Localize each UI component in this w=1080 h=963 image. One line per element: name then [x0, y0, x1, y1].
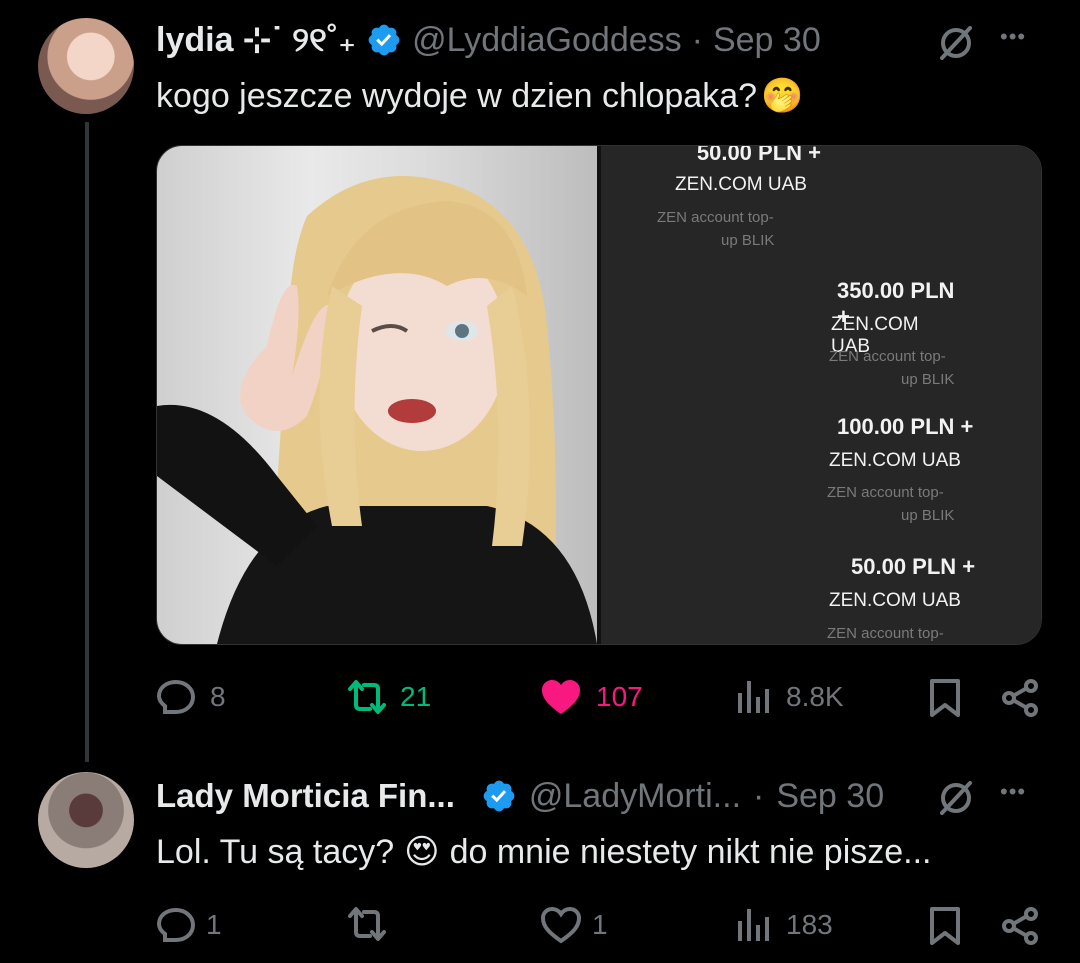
selfie-illustration — [157, 176, 597, 644]
views-action[interactable]: 8.8K — [736, 670, 844, 724]
repost-icon — [348, 680, 386, 714]
transaction-item: 50.00 PLN + — [601, 145, 821, 166]
transaction-item: ZEN.COM UAB — [601, 590, 981, 612]
like-count: 107 — [596, 681, 643, 712]
reply-avatar[interactable] — [38, 772, 134, 868]
reply-display-name[interactable]: Lady Morticia Fin... — [156, 777, 455, 815]
repost-action[interactable]: 21 — [344, 670, 431, 724]
separator-dot: · — [753, 776, 765, 815]
tweet-text: kogo jeszcze wydoje w dzien chlopaka? 🤭 — [156, 72, 803, 120]
transaction-item: 50.00 PLN + — [601, 554, 981, 580]
thread-line — [85, 122, 89, 762]
reply-header: Lady Morticia Fin... @LadyMorti... · Sep… — [156, 774, 884, 818]
transaction-merchant: ZEN.COM UAB — [675, 174, 807, 195]
transaction-desc: ZEN account top- — [827, 625, 944, 642]
repost-count: 21 — [400, 681, 432, 712]
reply-text-after: do mnie niestety nikt nie pisze... — [449, 832, 932, 871]
share-icon[interactable] — [1000, 906, 1040, 946]
more-icon[interactable]: ••• — [1000, 779, 1026, 805]
transaction-item: ZEN.COM UAB — [601, 174, 821, 196]
views-icon — [738, 909, 769, 941]
media-container[interactable]: 50.00 PLN + ZEN.COM UAB ZEN account top-… — [156, 145, 1042, 645]
like-count: 1 — [592, 909, 608, 940]
verified-badge-icon — [483, 780, 515, 812]
verified-badge-icon — [368, 24, 400, 56]
timestamp[interactable]: Sep 30 — [713, 21, 821, 60]
repost-icon[interactable] — [344, 904, 390, 944]
transaction-merchant: ZEN.COM UAB — [829, 450, 961, 471]
transaction-amount: 100.00 PLN + — [837, 414, 974, 439]
bookmark-icon[interactable] — [928, 906, 962, 946]
grok-icon[interactable] — [936, 779, 976, 817]
bookmark-icon[interactable] — [928, 678, 962, 718]
display-name[interactable]: lydia ⊹˙ ୨୧˚₊ — [156, 20, 356, 60]
reply-handle[interactable]: @LadyMorti... — [529, 777, 741, 816]
views-action[interactable]: 183 — [736, 898, 833, 952]
grok-icon[interactable] — [936, 24, 976, 62]
transaction-amount: 50.00 PLN + — [696, 145, 821, 165]
like-action[interactable]: 107 — [540, 670, 643, 724]
emoji: 😍 — [404, 833, 440, 871]
photo[interactable] — [157, 146, 597, 644]
transaction-item: 100.00 PLN + — [601, 414, 981, 440]
views-icon — [738, 681, 769, 713]
reply-text-before: Lol. Tu są tacy? — [156, 832, 395, 871]
emoji: 🤭 — [761, 77, 804, 115]
transaction-merchant: ZEN.COM UAB — [829, 590, 961, 611]
reply-action[interactable]: 1 — [156, 898, 222, 952]
transaction-desc: ZEN account top- up BLIK — [829, 348, 955, 388]
reply-count: 8 — [210, 681, 226, 712]
views-count: 8.8K — [786, 681, 844, 712]
transaction-amount: 50.00 PLN + — [851, 554, 976, 579]
separator-dot: · — [691, 20, 703, 59]
handle[interactable]: @LyddiaGoddess — [412, 21, 682, 60]
tweet-header: lydia ⊹˙ ୨୧˚₊ @LyddiaGoddess · Sep 30 — [156, 18, 821, 62]
transaction-desc: ZEN account top- up BLIK — [657, 209, 775, 249]
reply-icon — [156, 907, 196, 942]
like-icon — [542, 680, 580, 714]
views-count: 183 — [786, 909, 833, 940]
reply-count: 1 — [206, 909, 222, 940]
share-icon[interactable] — [1000, 678, 1040, 718]
reply-action[interactable]: 8 — [156, 670, 226, 724]
reply-text: Lol. Tu są tacy? 😍 do mnie niestety nikt… — [156, 828, 932, 876]
transaction-screenshot[interactable]: 50.00 PLN + ZEN.COM UAB ZEN account top-… — [601, 146, 1041, 644]
like-action[interactable]: 1 — [540, 898, 608, 952]
reply-timestamp[interactable]: Sep 30 — [776, 777, 884, 816]
tweet-text-content: kogo jeszcze wydoje w dzien chlopaka? — [156, 76, 758, 115]
like-icon — [540, 906, 582, 944]
transaction-desc: ZEN account top- up BLIK — [827, 484, 955, 524]
transaction-item: ZEN.COM UAB — [601, 450, 981, 472]
reply-icon — [156, 679, 196, 714]
avatar[interactable] — [38, 18, 134, 114]
more-icon[interactable]: ••• — [1000, 24, 1026, 50]
